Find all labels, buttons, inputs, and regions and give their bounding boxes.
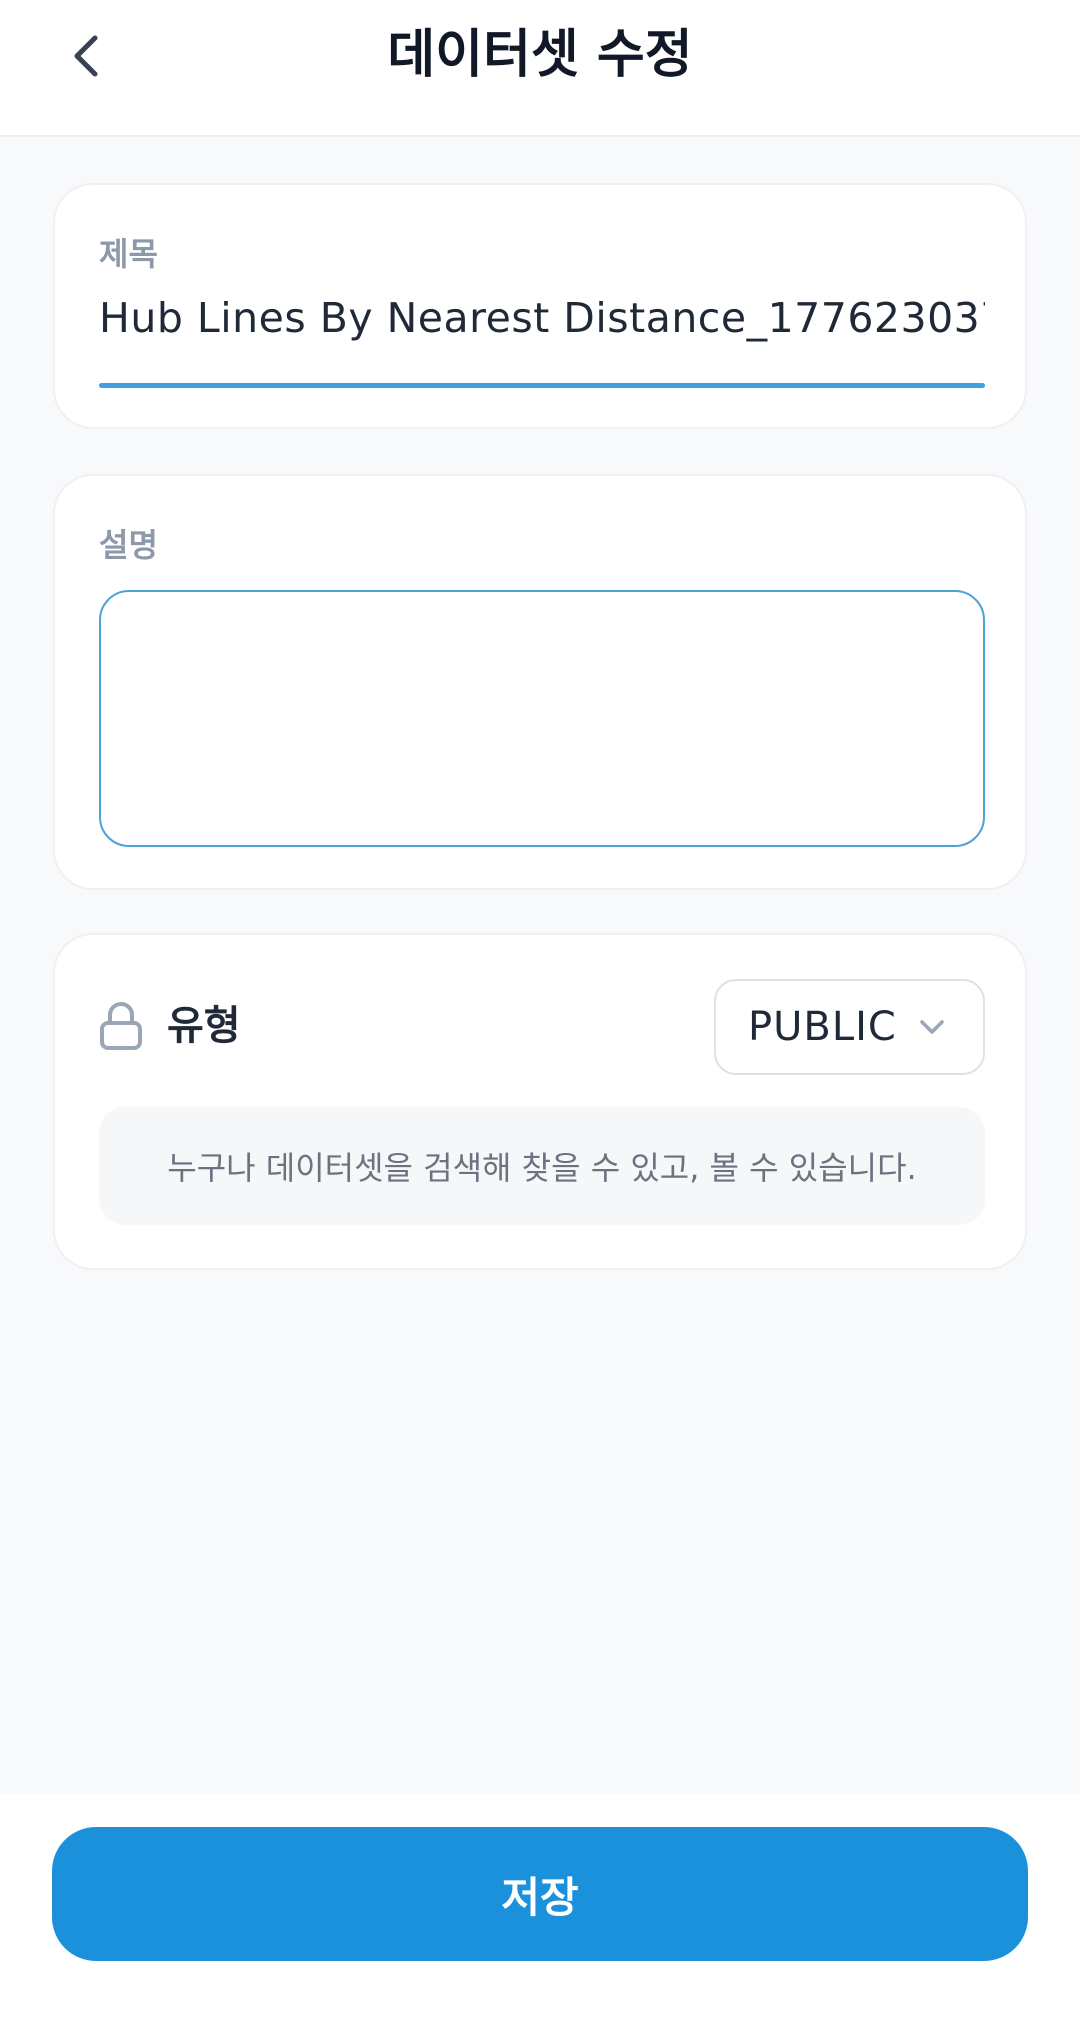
title-input[interactable] xyxy=(99,293,985,343)
chevron-down-icon xyxy=(920,1020,944,1034)
title-card: 제목 xyxy=(53,183,1027,429)
type-row: 유형 PUBLIC xyxy=(99,979,985,1075)
page-title: 데이터셋 수정 xyxy=(387,25,693,85)
save-button[interactable]: 저장 xyxy=(52,1827,1028,1961)
title-input-underline xyxy=(99,383,985,388)
type-card: 유형 PUBLIC 누구나 데이터셋을 검색해 찾을 수 있고, 볼 수 있습니… xyxy=(53,933,1027,1270)
description-label: 설명 xyxy=(99,526,158,564)
visibility-select-value: PUBLIC xyxy=(748,1004,897,1050)
top-bar: 데이터셋 수정 xyxy=(0,0,1080,137)
visibility-select[interactable]: PUBLIC xyxy=(714,979,985,1075)
bottom-bar: 저장 xyxy=(0,1794,1080,2028)
description-textarea[interactable] xyxy=(99,590,985,847)
type-label: 유형 xyxy=(167,1003,241,1049)
visibility-hint: 누구나 데이터셋을 검색해 찾을 수 있고, 볼 수 있습니다. xyxy=(99,1107,985,1225)
description-card: 설명 xyxy=(53,474,1027,890)
dataset-edit-screen: 데이터셋 수정 제목 설명 유형 PUBLIC 누구나 데이터셋을 검색해 찾을… xyxy=(0,0,1080,2028)
title-label: 제목 xyxy=(99,235,158,273)
lock-icon xyxy=(100,1002,142,1050)
